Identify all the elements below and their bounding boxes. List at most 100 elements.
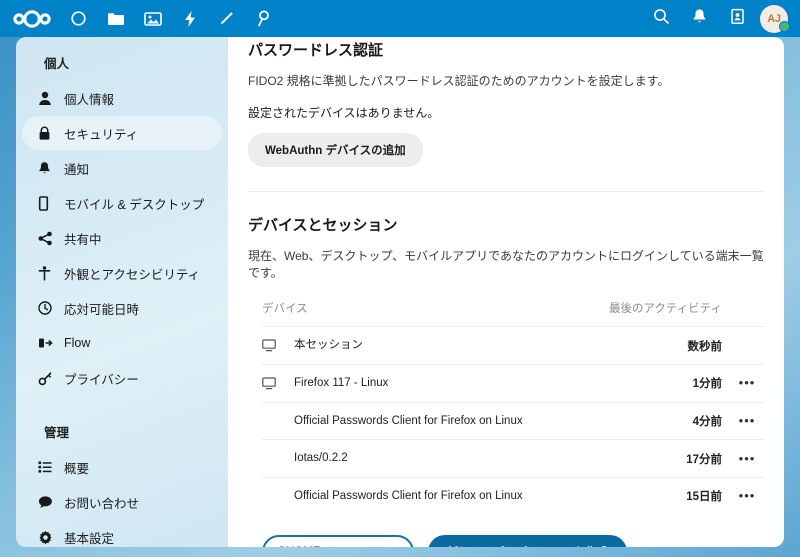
sidebar-item-label: 通知	[64, 162, 90, 177]
nav-photos[interactable]	[134, 0, 171, 37]
search-icon	[653, 8, 670, 30]
app-password-name-input[interactable]	[262, 534, 414, 547]
table-row: Official Passwords Client for Firefox on…	[262, 401, 764, 440]
sidebar-item-appearance[interactable]: 外観とアクセシビリティ	[22, 256, 222, 290]
sidebar-item-label: セキュリティ	[64, 127, 139, 142]
nav-passwords[interactable]	[245, 0, 282, 37]
sidebar-item-security[interactable]: セキュリティ	[22, 116, 222, 150]
passwordless-section: パスワードレス認証 FIDO2 規格に準拠したパスワードレス認証のためのアカウン…	[248, 37, 764, 181]
session-device-name: Official Passwords Client for Firefox on…	[294, 490, 523, 503]
bell-icon	[692, 8, 707, 30]
list-icon	[38, 460, 64, 474]
sessions-table: デバイス 最後のアクティビティ 本セッション 数秒前 Firefox 117 -…	[262, 300, 764, 515]
key-icon	[255, 10, 272, 28]
app-container: 個人 個人情報 セキュリティ 通知 モバイル & デスクトップ 共有中 外観とア…	[0, 37, 800, 557]
person-icon	[38, 91, 64, 106]
sidebar-item-support[interactable]: お問い合わせ	[22, 485, 222, 519]
folder-icon	[107, 11, 125, 27]
devices-sessions-section: デバイスとセッション 現在、Web、デスクトップ、モバイルアプリであなたのアカウ…	[248, 192, 764, 547]
sidebar-item-notifications[interactable]: 通知	[22, 151, 222, 185]
chat-icon	[38, 495, 64, 509]
session-last-activity: 4分前	[581, 401, 730, 440]
column-header-actions	[730, 300, 764, 327]
sidebar-item-label: 応対可能日時	[64, 302, 140, 317]
sidebar-item-availability[interactable]: 応対可能日時	[22, 291, 222, 325]
section-description: 現在、Web、デスクトップ、モバイルアプリであなたのアカウントにログインしている…	[248, 248, 764, 280]
sidebar-item-label: 共有中	[64, 232, 102, 247]
sidebar-item-label: モバイル & デスクトップ	[64, 197, 205, 212]
flow-icon	[38, 336, 64, 350]
contacts-icon	[730, 8, 745, 30]
session-menu-button[interactable]: •••	[739, 376, 756, 389]
contacts-button[interactable]	[718, 0, 756, 37]
sidebar-item-label: プライバシー	[64, 372, 139, 387]
table-header-row: デバイス 最後のアクティビティ	[262, 300, 764, 327]
table-row: Iotas/0.2.2 17分前 •••	[262, 439, 764, 478]
key-icon	[38, 371, 64, 386]
accessibility-icon	[38, 265, 64, 281]
sidebar-item-overview[interactable]: 概要	[22, 450, 222, 484]
gear-icon	[38, 530, 64, 545]
sidebar-item-label: 概要	[64, 461, 90, 476]
notifications-button[interactable]	[680, 0, 718, 37]
table-row: 本セッション 数秒前	[262, 326, 764, 365]
sidebar-item-label: Flow	[64, 336, 91, 350]
pencil-icon	[218, 10, 235, 27]
sidebar-item-label: 外観とアクセシビリティ	[64, 267, 201, 282]
share-icon	[38, 231, 64, 246]
monitor-icon	[262, 377, 294, 390]
sessions-table-wrap: デバイス 最後のアクティビティ 本セッション 数秒前 Firefox 117 -…	[248, 300, 764, 515]
avatar-button[interactable]: AJ	[756, 0, 792, 37]
sidebar-item-personal-info[interactable]: 個人情報	[22, 81, 222, 115]
session-device-name: Official Passwords Client for Firefox on…	[294, 414, 523, 427]
status-badge	[779, 21, 790, 32]
column-header-last-activity: 最後のアクティビティ	[608, 303, 722, 316]
sidebar-item-basic-settings[interactable]: 基本設定	[22, 520, 222, 547]
sidebar-item-label: お問い合わせ	[64, 496, 140, 511]
mobile-icon	[38, 195, 64, 211]
sidebar-item-flow[interactable]: Flow	[22, 326, 222, 360]
sidebar-heading-admin: 管理	[44, 426, 70, 440]
sidebar-item-sharing[interactable]: 共有中	[22, 221, 222, 255]
new-app-password-row: 新しいアプリパスワードを作成	[248, 534, 764, 547]
nav-dashboard[interactable]	[60, 0, 97, 37]
session-menu-button[interactable]: •••	[739, 452, 756, 465]
nav-notes[interactable]	[208, 0, 245, 37]
session-menu-button[interactable]: •••	[739, 489, 756, 502]
table-row: Official Passwords Client for Firefox on…	[262, 477, 764, 515]
table-row: Firefox 117 - Linux 1分前 •••	[262, 364, 764, 403]
nextcloud-logo[interactable]	[4, 0, 60, 37]
no-devices-message: 設定されたデバイスはありません。	[248, 105, 440, 120]
sidebar-item-privacy[interactable]: プライバシー	[22, 361, 222, 395]
nav-activity[interactable]	[171, 0, 208, 37]
bell-icon	[38, 161, 64, 176]
sessions-table-body: 本セッション 数秒前 Firefox 117 - Linux 1分前 ••• O…	[262, 326, 764, 515]
section-title: パスワードレス認証	[248, 42, 384, 59]
session-device-name: Firefox 117 - Linux	[294, 377, 389, 390]
session-menu-button[interactable]: •••	[739, 414, 756, 427]
column-header-device: デバイス	[262, 303, 308, 316]
sidebar-item-label: 個人情報	[64, 92, 115, 107]
add-webauthn-device-button[interactable]: WebAuthn デバイスの追加	[248, 132, 423, 167]
session-last-activity: 1分前	[581, 364, 730, 403]
session-device-name: Iotas/0.2.2	[294, 452, 348, 465]
sidebar-item-label: 基本設定	[64, 531, 115, 546]
header-actions: AJ	[642, 0, 800, 37]
session-last-activity: 数秒前	[581, 326, 730, 365]
circle-icon	[70, 10, 87, 27]
lock-icon	[38, 126, 64, 141]
clock-icon	[38, 301, 64, 315]
sidebar-heading-personal: 個人	[44, 57, 70, 71]
session-last-activity: 17分前	[581, 439, 730, 478]
session-device-name: 本セッション	[294, 339, 363, 352]
session-last-activity: 15日前	[581, 477, 730, 515]
session-actions-cell	[730, 326, 764, 365]
monitor-icon	[262, 339, 294, 352]
sidebar-item-mobile-desktop[interactable]: モバイル & デスクトップ	[22, 186, 222, 220]
image-icon	[143, 11, 162, 27]
header-nav	[60, 0, 282, 37]
nav-files[interactable]	[97, 0, 134, 37]
create-app-password-button[interactable]: 新しいアプリパスワードを作成	[428, 534, 627, 547]
search-button[interactable]	[642, 0, 680, 37]
